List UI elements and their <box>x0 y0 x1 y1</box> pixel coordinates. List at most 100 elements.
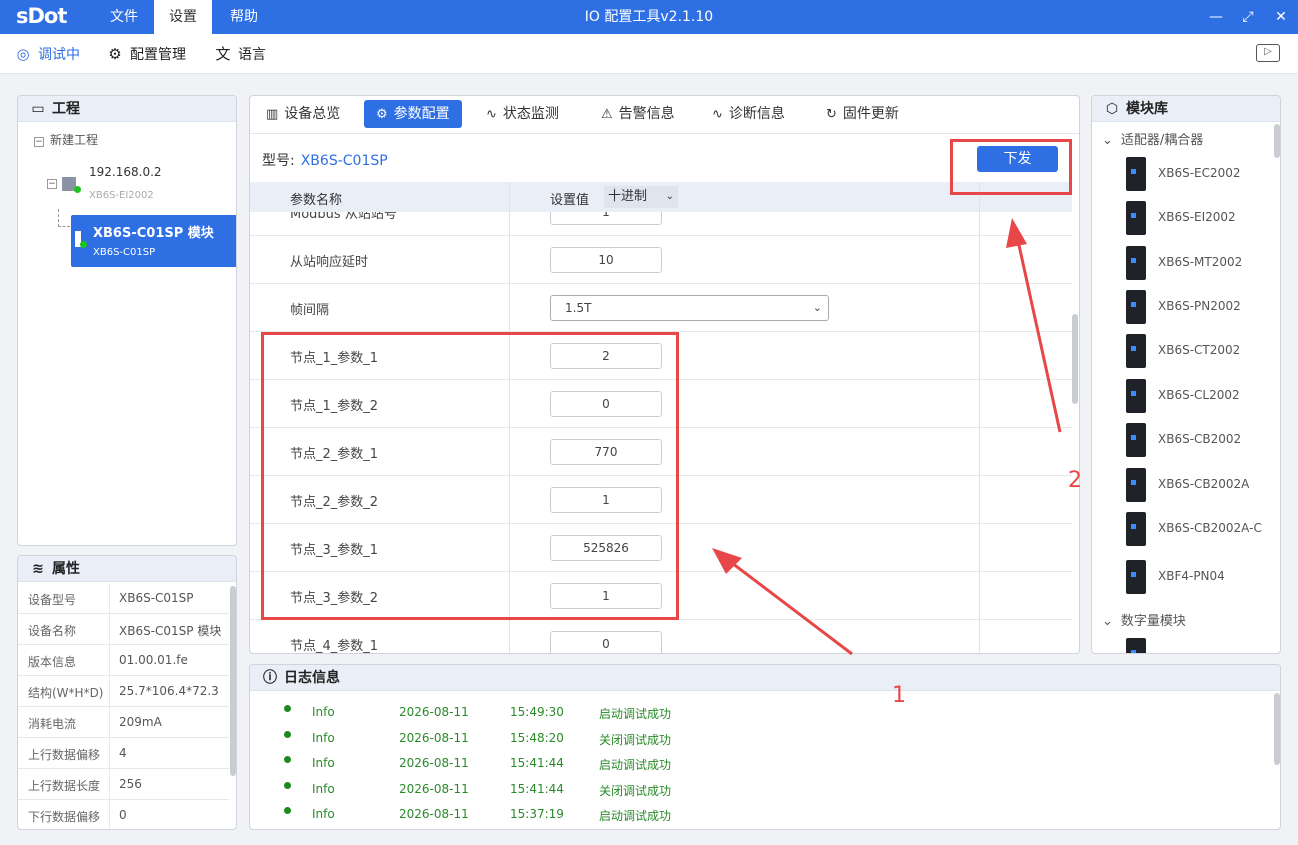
tree-device-node[interactable]: − <box>47 176 81 193</box>
log-date: 2026-08-11 <box>399 807 469 821</box>
param-name: 帧间隔 <box>290 303 330 318</box>
module-item[interactable]: XB6S-CB2002 <box>1126 423 1276 463</box>
param-name: 节点_4_参数_1 <box>290 639 379 654</box>
tab-status-monitor[interactable]: ∿ 状态监测 <box>474 100 571 128</box>
log-title: 日志信息 <box>284 670 340 686</box>
properties-scrollbar[interactable] <box>230 586 236 776</box>
debug-button[interactable]: ◎ 调试中 <box>14 34 80 74</box>
minimize-icon[interactable]: — <box>1201 0 1231 34</box>
library-scrollbar[interactable] <box>1274 124 1280 158</box>
module-item[interactable]: XB6S-EI2002 <box>1126 201 1276 241</box>
param-value-input[interactable]: 10 <box>550 247 662 273</box>
module-image-icon <box>1126 512 1146 546</box>
log-row: Info 2026-08-11 15:41:44 关闭调试成功 <box>250 777 1270 802</box>
collapse-icon[interactable]: − <box>47 178 57 189</box>
log-panel-header: ⓘ 日志信息 <box>250 665 1280 691</box>
log-message: 关闭调试成功 <box>599 784 672 798</box>
annotation-label-2: 2 <box>1068 468 1082 493</box>
pulse-icon: ∿ <box>712 107 723 122</box>
module-library-panel: ⬡ 模块库 ⌄ 适配器/耦合器 XB6S-EC2002 XB6S-EI2002 XB… <box>1091 95 1281 654</box>
frame-interval-select[interactable]: 1.5T ⌄ <box>550 295 829 321</box>
model-label: 型号: <box>262 153 295 169</box>
log-time: 15:49:30 <box>510 705 564 719</box>
panel-toggle-icon[interactable]: ▷ <box>1256 44 1280 62</box>
module-name: XB6S-CB2002 <box>1158 432 1242 446</box>
log-date: 2026-08-11 <box>399 782 469 796</box>
tab-firmware-update[interactable]: ↻ 固件更新 <box>814 100 911 128</box>
property-value: XB6S-C01SP <box>119 591 194 605</box>
module-name: XB6S-CB2002A <box>1158 477 1250 491</box>
eye-off-icon: ◎ <box>16 45 30 63</box>
module-name: XBF4-PN04 <box>1158 569 1225 583</box>
status-dot-icon <box>284 807 291 814</box>
module-item[interactable]: XB6S-CT2002 <box>1126 334 1276 374</box>
log-date: 2026-08-11 <box>399 705 469 719</box>
module-image-icon <box>1126 290 1146 324</box>
log-message: 关闭调试成功 <box>599 733 672 747</box>
property-row: 上行数据偏移 4 <box>18 738 229 769</box>
tab-label: 参数配置 <box>393 106 450 122</box>
module-item[interactable]: XB6S-MT2002 <box>1126 246 1276 286</box>
module-image-icon <box>1126 201 1146 235</box>
tab-label: 状态监测 <box>502 106 559 122</box>
tree-module-model: XB6S-C01SP <box>93 247 156 258</box>
module-image-icon <box>1126 157 1146 191</box>
menu-settings[interactable]: 设置 <box>154 0 212 34</box>
tree-root[interactable]: − 新建工程 <box>34 131 98 148</box>
module-item[interactable]: XB6S-CB2002A-C <box>1126 512 1276 552</box>
cube-icon: ⬡ <box>1105 101 1119 117</box>
select-value: 1.5T <box>565 301 592 315</box>
module-item[interactable]: XBF4-PN04 <box>1126 560 1276 600</box>
tab-device-overview[interactable]: ▥ 设备总览 <box>254 100 352 128</box>
close-icon[interactable]: ✕ <box>1266 0 1296 34</box>
status-dot-icon <box>284 705 291 712</box>
title-bar: sDot 文件 设置 帮助 IO 配置工具v2.1.10 — ⤢ ✕ <box>0 0 1298 34</box>
log-scrollbar[interactable] <box>1274 693 1280 765</box>
layers-icon: ≋ <box>32 561 44 577</box>
category-label: 数字量模块 <box>1120 614 1186 629</box>
chevron-down-icon: ⌄ <box>1102 133 1113 148</box>
module-item[interactable]: XB6S-CL2002 <box>1126 379 1276 419</box>
tab-bar: ▥ 设备总览 ⚙ 参数配置 ∿ 状态监测 ⚠ 告警信息 ∿ 诊断信息 ↻ 固件更新 <box>250 96 1079 134</box>
status-dot-icon <box>284 731 291 738</box>
menu-help[interactable]: 帮助 <box>216 0 272 34</box>
config-manage-button[interactable]: ⚙ 配置管理 <box>106 34 186 74</box>
config-scrollbar[interactable] <box>1072 314 1078 404</box>
tree-module-selected[interactable]: XB6S-C01SP 模块 XB6S-C01SP <box>71 215 236 267</box>
properties-panel-header: ≋ 属性 <box>18 556 236 582</box>
property-row: 设备型号 XB6S-C01SP <box>18 583 229 614</box>
maximize-icon[interactable]: ⤢ <box>1233 0 1263 34</box>
param-grid-header: 参数名称 设置值 十进制 ⌄ <box>250 182 1072 212</box>
param-row: 节点_4_参数_1 0 <box>250 620 1072 654</box>
project-panel-header: ▭ 工程 <box>18 96 236 122</box>
property-key: 上行数据长度 <box>28 779 101 793</box>
tab-alarm-info[interactable]: ⚠ 告警信息 <box>589 100 687 128</box>
module-item[interactable]: XB6S-PN2002 <box>1126 290 1276 330</box>
tree-device-ip[interactable]: 192.168.0.2 <box>89 165 162 179</box>
param-value-input[interactable]: 0 <box>550 631 662 653</box>
property-value: 0 <box>119 808 127 822</box>
tab-label: 诊断信息 <box>728 106 785 122</box>
property-row: 上行数据长度 256 <box>18 769 229 800</box>
property-key: 版本信息 <box>28 655 77 669</box>
collapse-icon[interactable]: − <box>34 137 44 147</box>
drive-icon: ▭ <box>31 101 45 117</box>
category-adapter[interactable]: ⌄ 适配器/耦合器 <box>1102 129 1203 148</box>
log-level: Info <box>312 731 335 745</box>
tab-param-config[interactable]: ⚙ 参数配置 <box>364 100 462 128</box>
module-item[interactable]: XB6S-EC2002 <box>1126 157 1276 197</box>
property-key: 消耗电流 <box>28 717 77 731</box>
category-digital[interactable]: ⌄ 数字量模块 <box>1102 610 1186 629</box>
module-image-icon <box>1126 246 1146 280</box>
module-item[interactable] <box>1126 638 1276 653</box>
language-button[interactable]: 文语言 <box>214 34 266 74</box>
module-item[interactable]: XB6S-CB2002A <box>1126 468 1276 508</box>
menu-file[interactable]: 文件 <box>96 0 152 34</box>
tree-device-model: XB6S-EI2002 <box>89 190 154 201</box>
param-value-input[interactable]: 1 <box>550 212 662 225</box>
chevron-down-icon: ⌄ <box>1102 614 1113 629</box>
format-select[interactable]: 十进制 ⌄ <box>604 186 678 208</box>
tab-diagnostic-info[interactable]: ∿ 诊断信息 <box>700 100 797 128</box>
warning-icon: ⚠ <box>601 107 613 122</box>
online-dot-icon <box>74 185 81 193</box>
